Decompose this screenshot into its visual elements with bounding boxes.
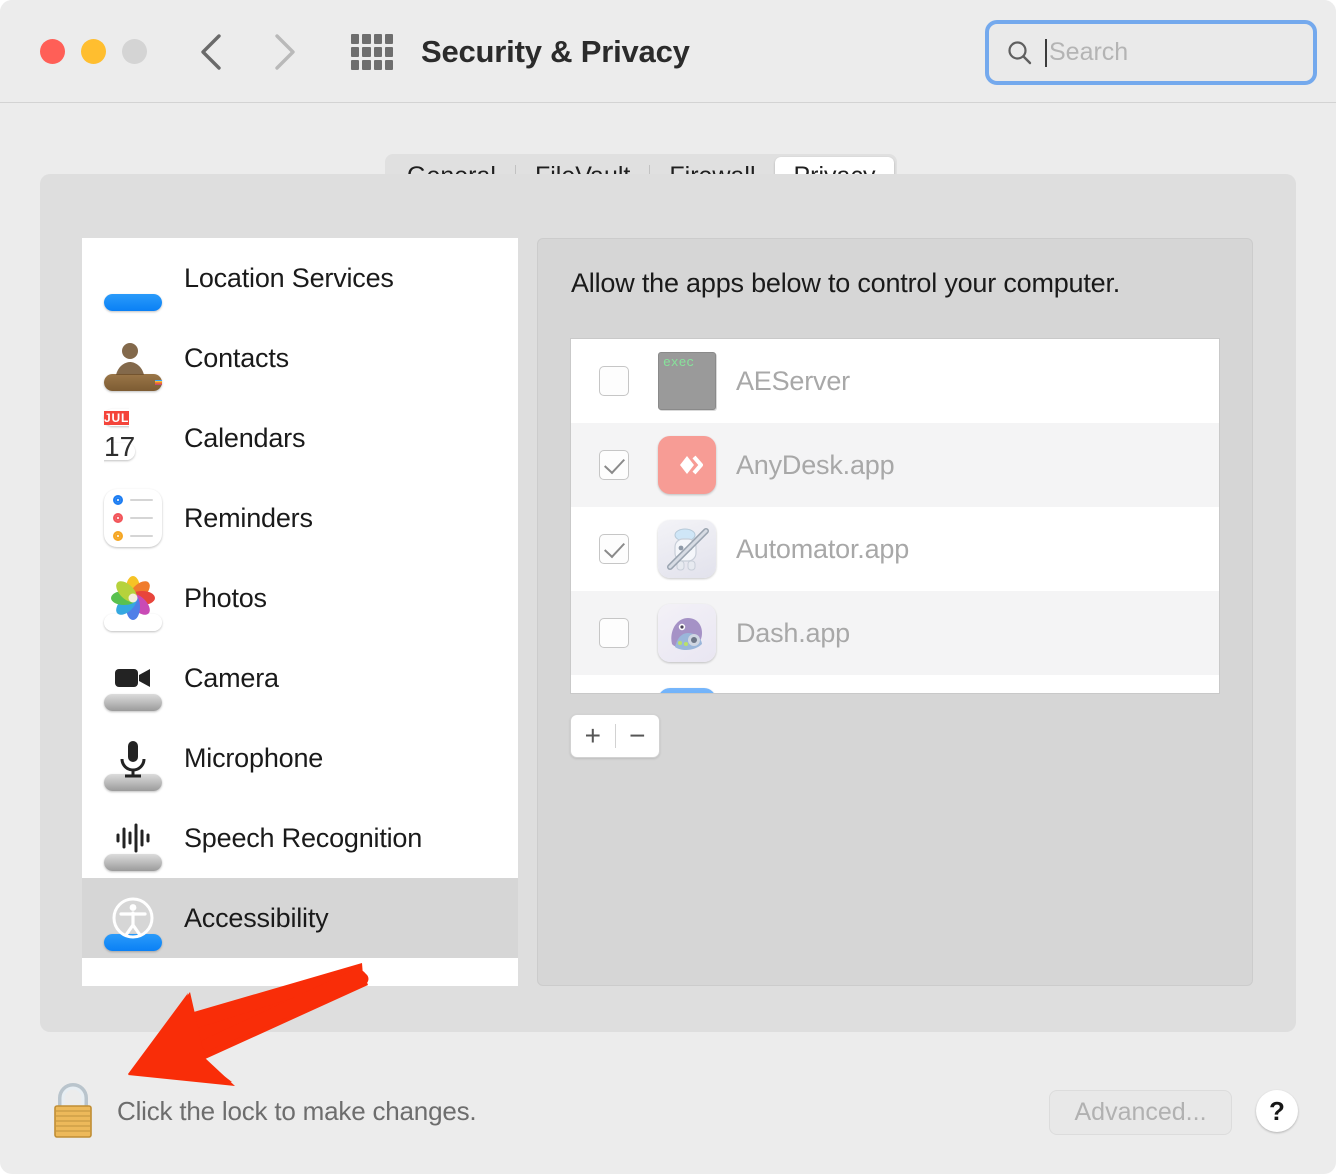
table-row[interactable]: Automator.app [571, 507, 1219, 591]
calendar-icon: JUL 17 [104, 409, 162, 467]
security-privacy-window: Security & Privacy General FileVault Fir… [0, 0, 1336, 1174]
sidebar-item-camera[interactable]: Camera [82, 638, 518, 718]
page-title: Security & Privacy [421, 34, 690, 69]
forward-chevron-icon [267, 30, 301, 74]
traffic-lights [40, 39, 147, 64]
app-name: Automator.app [736, 533, 910, 564]
privacy-detail-pane: Allow the apps below to control your com… [537, 238, 1253, 986]
camera-icon [104, 649, 162, 711]
sidebar-item-speech-recognition[interactable]: Speech Recognition [82, 798, 518, 878]
photos-icon [104, 569, 162, 631]
remove-app-button[interactable]: − [616, 722, 660, 750]
search-icon [1008, 40, 1032, 64]
sidebar-item-reminders[interactable]: Reminders [82, 478, 518, 558]
app-checkbox[interactable] [599, 618, 629, 648]
sidebar-item-microphone[interactable]: Microphone [82, 718, 518, 798]
sidebar-item-label: Microphone [184, 742, 324, 773]
detail-heading: Allow the apps below to control your com… [571, 268, 1121, 298]
speech-recognition-icon [104, 809, 162, 871]
dash-icon [658, 604, 716, 662]
privacy-panel: Location Services Contacts JUL 17 Calend… [40, 174, 1296, 1032]
add-remove-app-buttons: + − [570, 714, 660, 758]
close-button[interactable] [40, 39, 65, 64]
table-row[interactable] [571, 675, 1219, 693]
sidebar-item-calendars[interactable]: JUL 17 Calendars [82, 398, 518, 478]
advanced-button: Advanced... [1049, 1090, 1232, 1135]
calendar-day: 17 [104, 431, 136, 462]
privacy-category-list[interactable]: Location Services Contacts JUL 17 Calend… [82, 238, 518, 986]
exec-icon-label: exec [663, 355, 695, 370]
sidebar-item-contacts[interactable]: Contacts [82, 318, 518, 398]
app-checkbox[interactable] [599, 366, 629, 396]
contacts-icon [104, 329, 162, 391]
sidebar-item-label: Location Services [184, 262, 394, 293]
exec-binary-icon: exec [658, 352, 716, 410]
minimize-button[interactable] [81, 39, 106, 64]
sidebar-item-label: Speech Recognition [184, 822, 423, 853]
automator-robot-icon [658, 520, 716, 578]
location-services-icon [104, 249, 162, 311]
sidebar-item-label: Reminders [184, 502, 313, 533]
sidebar-item-label: Photos [184, 582, 267, 613]
search-field[interactable] [985, 20, 1317, 85]
zoom-button [122, 39, 147, 64]
reminders-icon [104, 489, 162, 547]
sidebar-item-label: Calendars [184, 422, 306, 453]
partial-row-icon [658, 688, 716, 693]
app-name: AEServer [736, 365, 850, 396]
calendar-month: JUL [104, 411, 130, 425]
app-name: Dash.app [736, 617, 850, 648]
lock-hint-text: Click the lock to make changes. [117, 1096, 477, 1126]
table-row[interactable]: exec AEServer [571, 339, 1219, 423]
app-name: AnyDesk.app [736, 449, 895, 480]
sidebar-item-label: Accessibility [184, 902, 329, 933]
add-app-button[interactable]: + [571, 722, 615, 750]
text-caret [1045, 38, 1047, 67]
anydesk-icon [658, 436, 716, 494]
sidebar-item-accessibility[interactable]: Accessibility [82, 878, 518, 958]
app-checkbox[interactable] [599, 534, 629, 564]
navigation-buttons [195, 30, 301, 74]
lock-button[interactable] [47, 1077, 99, 1143]
sidebar-item-label: Camera [184, 662, 279, 693]
allowed-apps-list[interactable]: exec AEServer AnyDesk.app Automator.app … [570, 338, 1220, 694]
back-chevron-icon[interactable] [195, 30, 229, 74]
app-checkbox[interactable] [599, 450, 629, 480]
table-row[interactable]: Dash.app [571, 591, 1219, 675]
accessibility-icon [104, 889, 162, 951]
microphone-icon [104, 729, 162, 791]
help-button[interactable]: ? [1256, 1090, 1298, 1132]
table-row[interactable]: AnyDesk.app [571, 423, 1219, 507]
sidebar-item-label: Contacts [184, 342, 289, 373]
sidebar-item-location-services[interactable]: Location Services [82, 238, 518, 318]
sidebar-item-photos[interactable]: Photos [82, 558, 518, 638]
search-input[interactable] [1049, 32, 1279, 73]
window-titlebar: Security & Privacy [0, 0, 1336, 103]
closed-padlock-icon [54, 1083, 92, 1138]
grid-all-prefs-icon[interactable] [351, 34, 393, 70]
